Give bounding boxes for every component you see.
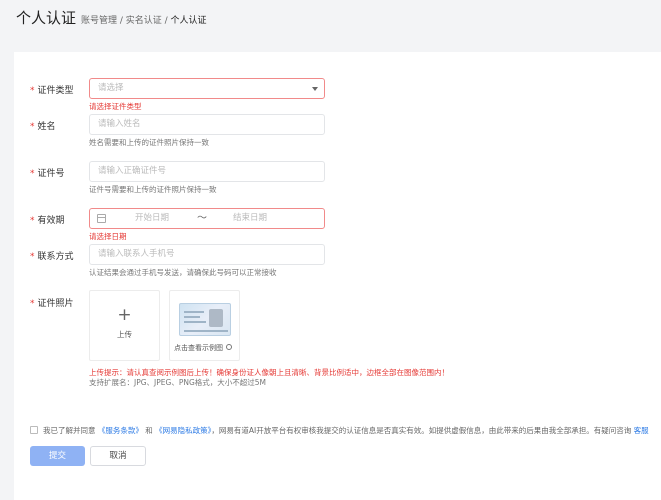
required-mark: * [30, 86, 35, 96]
sample-image-card[interactable]: 点击查看示例图 [169, 290, 240, 361]
name-label-text: 姓名 [37, 122, 56, 132]
calendar-icon [97, 214, 106, 223]
agreement-checkbox[interactable] [30, 426, 38, 434]
sample-view-label: 点击查看示例图 [174, 344, 223, 352]
id-type-error: 请选择证件类型 [89, 102, 142, 111]
id-card-sample-image [179, 303, 231, 336]
validity-date-range[interactable]: 开始日期 ～ 结束日期 [89, 208, 325, 229]
contact-label-text: 联系方式 [37, 252, 74, 262]
upload-label: 上传 [117, 330, 132, 339]
date-range-separator: ～ [197, 213, 207, 224]
page-title: 个人认证 [16, 9, 77, 27]
name-placeholder: 请输入姓名 [98, 119, 141, 129]
privacy-link[interactable]: 《网易隐私政策》 [155, 426, 211, 435]
validity-label-text: 有效期 [37, 216, 65, 226]
id-number-input[interactable]: 请输入正确证件号 [89, 161, 325, 182]
breadcrumb-current: 个人认证 [170, 16, 207, 26]
validity-error: 请选择日期 [89, 232, 127, 241]
id-card-line [184, 316, 200, 318]
id-card-portrait [209, 309, 223, 327]
photo-label-text: 证件照片 [37, 299, 74, 309]
id-type-label: * 证件类型 [30, 83, 74, 96]
breadcrumb-path[interactable]: 账号管理 / 实名认证 / [81, 16, 171, 26]
required-mark: * [30, 169, 35, 179]
id-card-line [184, 330, 228, 332]
contact-hint: 认证结果会通过手机号发送，请确保此号码可以正常接收 [89, 268, 277, 277]
required-mark: * [30, 252, 35, 262]
agreement-row: 我已了解并同意 《服务条款》 和 《网易隐私政策》，网易有道AI开放平台有权审核… [30, 425, 649, 436]
cancel-button[interactable]: 取消 [90, 446, 146, 466]
contact-label: * 联系方式 [30, 249, 74, 262]
id-number-placeholder: 请输入正确证件号 [98, 166, 167, 176]
zoom-in-icon [226, 344, 232, 350]
terms-link[interactable]: 《服务条款》 [98, 426, 143, 435]
agreement-and: 和 [142, 426, 156, 435]
photo-label: * 证件照片 [30, 296, 74, 309]
support-link[interactable]: 客服 [634, 426, 649, 435]
validity-label: * 有效期 [30, 213, 65, 226]
required-mark: * [30, 216, 35, 226]
agreement-disclaimer: ，网易有道AI开放平台有权审核我提交的认证信息是否真实有效。如提供虚假信息，由此… [211, 426, 632, 435]
form-card: * 证件类型 请选择 请选择证件类型 * 姓名 请输入姓名 姓名需要和上传的证件照片… [14, 52, 661, 500]
upload-button[interactable]: + 上传 [89, 290, 160, 361]
page-header: 个人认证 账号管理 / 实名认证 / 个人认证 [0, 0, 661, 44]
required-mark: * [30, 299, 35, 309]
upload-formats-hint: 支持扩展名：JPG、JPEG、PNG格式，大小不超过5M [89, 378, 267, 387]
required-mark: * [30, 122, 35, 132]
contact-input[interactable]: 请输入联系人手机号 [89, 244, 325, 265]
sample-view-link[interactable]: 点击查看示例图 [174, 343, 232, 353]
id-type-select[interactable]: 请选择 [89, 78, 325, 99]
id-card-line [184, 321, 206, 323]
agreement-text: 我已了解并同意 [43, 426, 96, 435]
name-input[interactable]: 请输入姓名 [89, 114, 325, 135]
chevron-down-icon [312, 87, 318, 91]
id-number-hint: 证件号需要和上传的证件照片保持一致 [89, 185, 217, 194]
id-number-label-text: 证件号 [37, 169, 65, 179]
start-date-input[interactable]: 开始日期 [135, 209, 169, 228]
contact-placeholder: 请输入联系人手机号 [98, 249, 175, 259]
id-type-label-text: 证件类型 [37, 86, 74, 96]
plus-icon: + [117, 305, 132, 325]
submit-button[interactable]: 提交 [30, 446, 85, 466]
name-hint: 姓名需要和上传的证件照片保持一致 [89, 138, 209, 147]
id-type-placeholder: 请选择 [98, 83, 124, 93]
end-date-input[interactable]: 结束日期 [233, 209, 267, 228]
id-card-line [184, 311, 204, 313]
id-number-label: * 证件号 [30, 166, 65, 179]
breadcrumb: 账号管理 / 实名认证 / 个人认证 [81, 13, 207, 26]
name-label: * 姓名 [30, 119, 56, 132]
